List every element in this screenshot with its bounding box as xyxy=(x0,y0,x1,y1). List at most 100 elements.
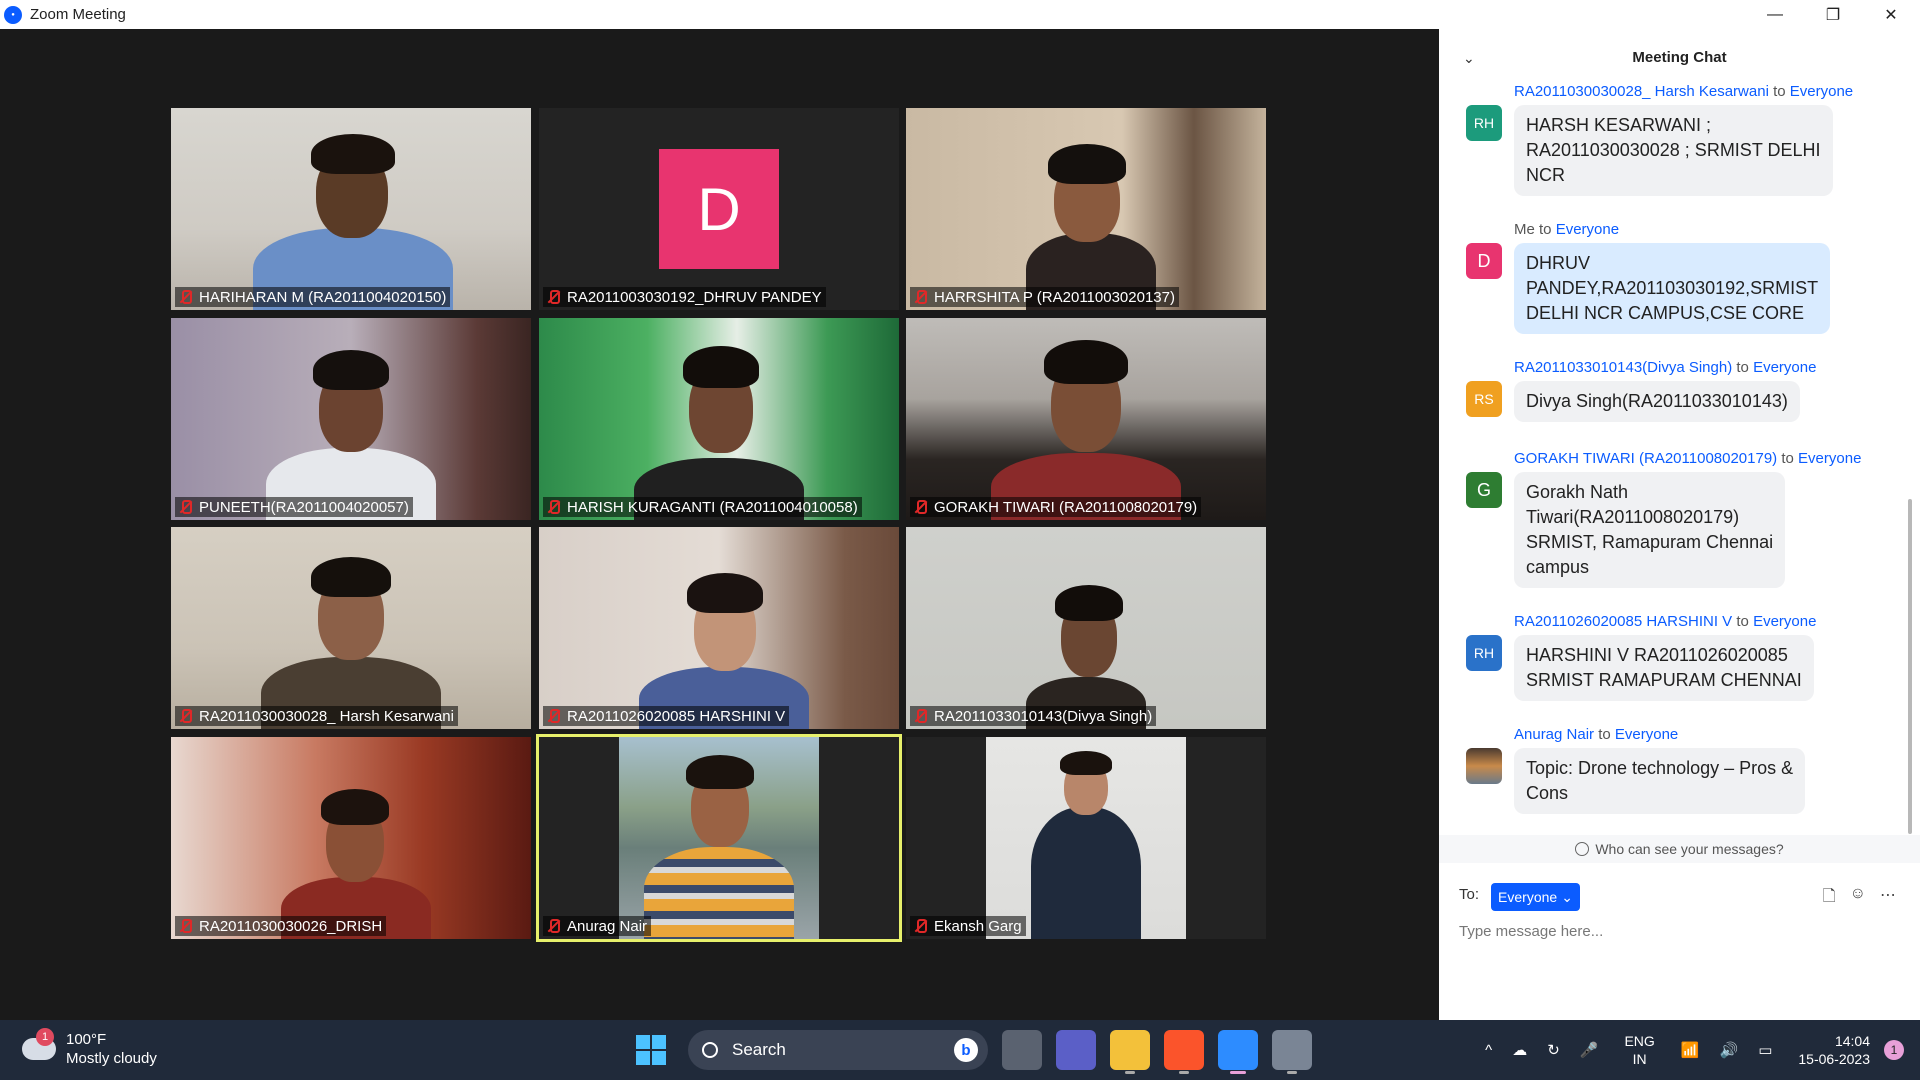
recipient-link[interactable]: Everyone xyxy=(1790,83,1853,100)
sender-link[interactable]: RA2011026020085 HARSHINI V xyxy=(1514,613,1732,630)
recipient-link[interactable]: Everyone xyxy=(1753,613,1816,630)
sync-icon[interactable]: ↻ xyxy=(1547,1041,1560,1059)
recipient-link[interactable]: Everyone xyxy=(1556,221,1619,238)
mic-muted-icon xyxy=(545,499,561,515)
restore-button[interactable]: ❐ xyxy=(1804,0,1862,29)
participant-name: RA2011030030026_DRISH xyxy=(175,916,387,936)
sender-link[interactable]: GORAKH TIWARI (RA2011008020179) xyxy=(1514,450,1777,467)
recipient-link[interactable]: Everyone xyxy=(1798,450,1861,467)
participant-name: HARIHARAN M (RA2011004020150) xyxy=(175,287,451,307)
mic-muted-icon xyxy=(177,289,193,305)
mic-muted-icon xyxy=(912,499,928,515)
cloud-icon: 1 xyxy=(22,1028,56,1060)
message-input[interactable]: Type message here... xyxy=(1459,923,1603,940)
chevron-down-icon[interactable]: ⌄ xyxy=(1463,50,1475,67)
window-titlebar: ● Zoom Meeting — ❐ ✕ xyxy=(0,0,1920,29)
bing-icon[interactable]: b xyxy=(954,1038,978,1062)
more-icon[interactable]: ⋯ xyxy=(1880,885,1896,912)
windows-taskbar: 1 100°F Mostly cloudy Search b ^ ☁ ↻ 🎤 E… xyxy=(0,1020,1920,1080)
close-button[interactable]: ✕ xyxy=(1862,0,1920,29)
mic-muted-icon xyxy=(545,289,561,305)
mic-muted-icon xyxy=(912,918,928,934)
participant-name: Anurag Nair xyxy=(543,916,652,936)
chat-title: Meeting Chat xyxy=(1632,48,1727,66)
file-explorer-icon[interactable] xyxy=(1110,1030,1150,1074)
settings-gear-icon[interactable] xyxy=(1272,1030,1312,1074)
recipient-dropdown[interactable]: Everyone ⌄ xyxy=(1491,883,1580,911)
weather-temp: 100°F xyxy=(66,1031,107,1048)
message-header: RA2011026020085 HARSHINI V to Everyone xyxy=(1514,613,1817,630)
participant-tile[interactable]: HARISH KURAGANTI (RA2011004010058) xyxy=(539,318,899,520)
participant-tile[interactable]: HARIHARAN M (RA2011004020150) xyxy=(171,108,531,310)
weather-badge: 1 xyxy=(36,1028,54,1046)
mic-muted-icon xyxy=(545,918,561,934)
message-header: Me to Everyone xyxy=(1514,221,1620,238)
video-gallery: HARIHARAN M (RA2011004020150) D RA201100… xyxy=(0,29,1439,1020)
chat-scrollbar[interactable] xyxy=(1908,499,1912,834)
participant-tile[interactable]: D RA2011003030192_DHRUV PANDEY xyxy=(539,108,899,310)
chevron-down-icon: ⌄ xyxy=(1561,888,1573,905)
message-bubble: Topic: Drone technology – Pros & Cons xyxy=(1514,748,1806,814)
participant-tile-active-speaker[interactable]: Anurag Nair xyxy=(536,734,902,942)
participant-tile[interactable]: RA2011033010143(Divya Singh) xyxy=(906,527,1266,729)
chevron-up-icon[interactable]: ^ xyxy=(1485,1042,1492,1059)
file-icon[interactable]: 🗋 xyxy=(1823,885,1836,912)
meeting-chat-panel: ⌄ Meeting Chat RA2011030030028_ Harsh Ke… xyxy=(1439,29,1920,1020)
sender-avatar: D xyxy=(1466,243,1502,279)
language-indicator[interactable]: ENG IN xyxy=(1624,1032,1654,1068)
mic-muted-icon xyxy=(177,708,193,724)
participant-tile[interactable]: Ekansh Garg xyxy=(906,737,1266,939)
message-header: Anurag Nair to Everyone xyxy=(1514,726,1679,743)
participant-tile[interactable]: PUNEETH(RA2011004020057) xyxy=(171,318,531,520)
weather-widget[interactable]: 1 100°F Mostly cloudy xyxy=(22,1028,157,1068)
start-button[interactable] xyxy=(636,1035,666,1065)
participant-name: RA2011033010143(Divya Singh) xyxy=(910,706,1157,726)
participant-avatar: D xyxy=(659,149,779,269)
participant-name: HARISH KURAGANTI (RA2011004010058) xyxy=(543,497,862,517)
notification-badge[interactable]: 1 xyxy=(1884,1040,1904,1060)
zoom-taskbar-icon[interactable] xyxy=(1218,1030,1258,1074)
teams-chat-icon[interactable] xyxy=(1056,1030,1096,1070)
brave-browser-icon[interactable] xyxy=(1164,1030,1204,1074)
recipient-link[interactable]: Everyone xyxy=(1753,359,1816,376)
message-bubble: HARSH KESARWANI ; RA2011030030028 ; SRMI… xyxy=(1514,105,1833,196)
to-label: To: xyxy=(1459,886,1480,903)
wifi-icon[interactable]: 📶 xyxy=(1681,1041,1700,1059)
emoji-icon[interactable]: ☺ xyxy=(1850,885,1866,912)
sender-avatar: RH xyxy=(1466,635,1502,671)
sender-link[interactable]: RA2011030030028_ Harsh Kesarwani xyxy=(1514,83,1769,100)
message-header: RA2011030030028_ Harsh Kesarwani to Ever… xyxy=(1514,83,1854,100)
participant-tile[interactable]: GORAKH TIWARI (RA2011008020179) xyxy=(906,318,1266,520)
sender-link[interactable]: Anurag Nair xyxy=(1514,726,1594,743)
participant-tile[interactable]: RA2011030030026_DRISH xyxy=(171,737,531,939)
battery-icon[interactable]: ▭ xyxy=(1758,1041,1772,1059)
message-bubble: Gorakh Nath Tiwari(RA2011008020179) SRMI… xyxy=(1514,472,1786,588)
message-header: RA2011033010143(Divya Singh) to Everyone xyxy=(1514,359,1817,376)
participant-name: RA2011003030192_DHRUV PANDEY xyxy=(543,287,826,307)
volume-icon[interactable]: 🔊 xyxy=(1720,1041,1739,1059)
clock[interactable]: 14:04 15-06-2023 xyxy=(1798,1032,1870,1068)
privacy-note[interactable]: Who can see your messages? xyxy=(1439,835,1920,863)
taskbar-search[interactable]: Search b xyxy=(688,1030,988,1070)
message-bubble: Divya Singh(RA2011033010143) xyxy=(1514,381,1800,422)
recipient-link[interactable]: Everyone xyxy=(1615,726,1678,743)
sender-link[interactable]: RA2011033010143(Divya Singh) xyxy=(1514,359,1732,376)
participant-tile[interactable]: HARRSHITA P (RA2011003020137) xyxy=(906,108,1266,310)
participant-name: Ekansh Garg xyxy=(910,916,1026,936)
sender-avatar: RH xyxy=(1466,105,1502,141)
participant-name: RA2011030030028_ Harsh Kesarwani xyxy=(175,706,458,726)
onedrive-cloud-icon[interactable]: ☁ xyxy=(1512,1041,1527,1059)
minimize-button[interactable]: — xyxy=(1746,0,1804,29)
participant-tile[interactable]: RA2011026020085 HARSHINI V xyxy=(539,527,899,729)
participant-tile[interactable]: RA2011030030028_ Harsh Kesarwani xyxy=(171,527,531,729)
microphone-icon[interactable]: 🎤 xyxy=(1580,1041,1599,1059)
zoom-app-icon: ● xyxy=(4,5,22,24)
chat-header: ⌄ Meeting Chat xyxy=(1439,29,1920,85)
mic-muted-icon xyxy=(177,499,193,515)
mic-muted-icon xyxy=(545,708,561,724)
message-header: GORAKH TIWARI (RA2011008020179) to Every… xyxy=(1514,450,1862,467)
participant-name: PUNEETH(RA2011004020057) xyxy=(175,497,413,517)
mic-muted-icon xyxy=(177,918,193,934)
task-view-icon[interactable] xyxy=(1002,1030,1042,1070)
search-icon xyxy=(702,1042,718,1058)
